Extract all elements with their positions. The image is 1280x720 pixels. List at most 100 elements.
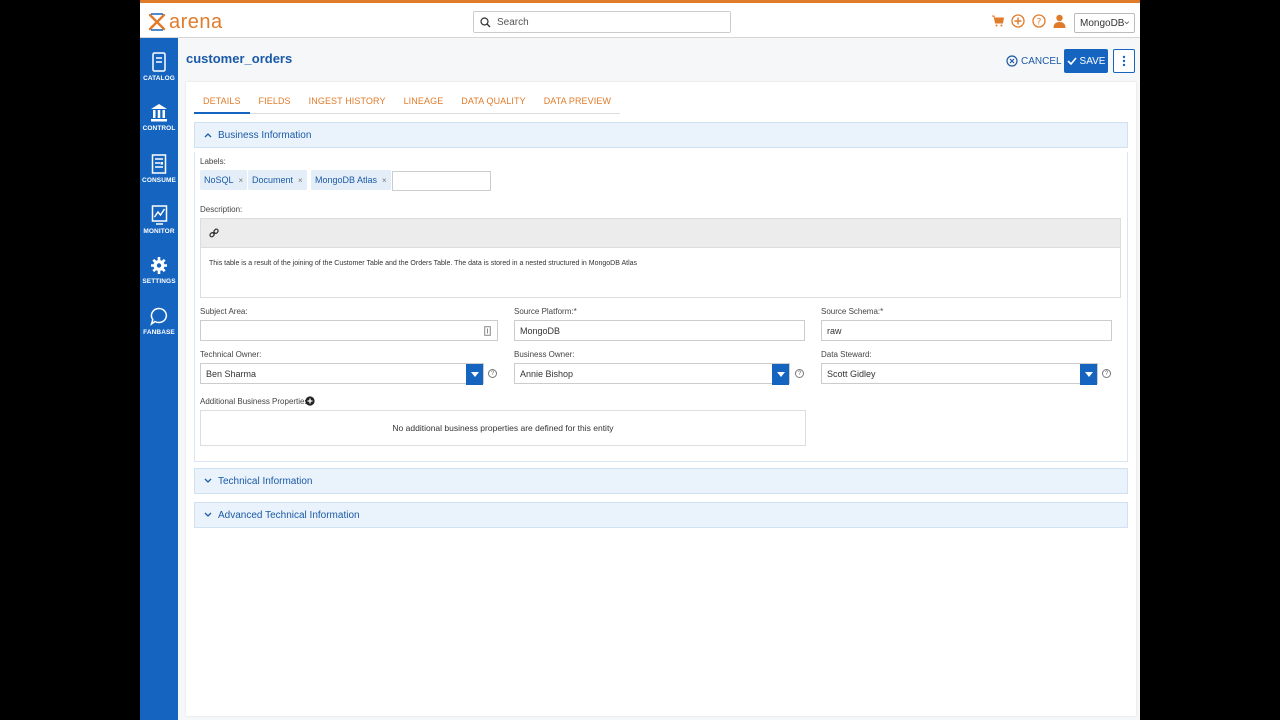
help-icon[interactable]: ? — [1102, 369, 1111, 378]
document-icon — [151, 154, 167, 174]
save-label: SAVE — [1079, 55, 1106, 67]
description-text: This table is a result of the joining of… — [209, 260, 638, 267]
help-icon[interactable]: ? — [795, 369, 804, 378]
sidebar-item-consume[interactable]: CONSUME — [140, 154, 178, 200]
more-vertical-icon — [1122, 55, 1126, 67]
top-bar: arena ? — [140, 0, 1140, 38]
source-platform-field[interactable]: MongoDB — [514, 320, 805, 341]
save-button[interactable]: SAVE — [1064, 49, 1108, 73]
sidebar-item-catalog[interactable]: CATALOG — [140, 52, 178, 98]
description-editor[interactable]: This table is a result of the joining of… — [200, 218, 1121, 298]
chevron-up-icon — [204, 133, 212, 138]
tab-bar: DETAILS FIELDS INGEST HISTORY LINEAGE DA… — [194, 88, 621, 114]
technical-owner-select[interactable]: Ben Sharma — [200, 363, 484, 385]
data-steward-value: Scott Gidley — [827, 368, 876, 379]
svg-text:?: ? — [1037, 18, 1042, 28]
sidebar-item-label: FANBASE — [143, 329, 175, 336]
source-schema-field[interactable]: raw — [821, 320, 1112, 341]
section-title: Technical Information — [218, 475, 313, 487]
dropdown-button[interactable] — [1080, 364, 1097, 385]
label-chip: MongoDB Atlas × — [311, 170, 391, 190]
bank-icon — [151, 104, 167, 122]
section-title: Business Information — [218, 129, 312, 141]
business-owner-label: Business Owner: — [514, 350, 575, 359]
chat-icon — [150, 307, 168, 326]
cart-icon[interactable] — [992, 15, 1004, 27]
search-box[interactable] — [473, 11, 731, 33]
caret-down-icon — [470, 372, 479, 377]
add-label-input[interactable] — [392, 171, 491, 191]
tab-data-quality[interactable]: DATA QUALITY — [452, 88, 534, 114]
sidebar-item-monitor[interactable]: MONITOR — [140, 205, 178, 251]
help-icon[interactable]: ? — [488, 369, 497, 378]
sidebar-item-label: CONTROL — [142, 125, 176, 132]
dropdown-button[interactable] — [466, 364, 483, 385]
link-icon[interactable] — [209, 228, 219, 239]
technical-owner-label: Technical Owner: — [200, 350, 262, 359]
business-owner-select[interactable]: Annie Bishop — [514, 363, 790, 385]
source-schema-label: Source Schema:* — [821, 307, 884, 316]
edit-field-icon — [484, 326, 491, 336]
cancel-button[interactable]: CANCEL — [1006, 52, 1062, 70]
chart-icon — [151, 205, 167, 225]
arena-logo-icon — [148, 13, 166, 31]
sidebar-item-label: CONSUME — [142, 177, 176, 184]
top-actions: ? — [992, 14, 1066, 28]
technical-info-header[interactable]: Technical Information — [194, 468, 1128, 494]
add-property-icon[interactable] — [305, 396, 315, 406]
user-icon[interactable] — [1053, 14, 1066, 28]
page-title: customer_orders — [186, 51, 293, 66]
label-chip: NoSQL × — [200, 170, 248, 190]
business-owner-value: Annie Bishop — [520, 368, 574, 379]
advanced-technical-info-header[interactable]: Advanced Technical Information — [194, 502, 1128, 528]
description-toolbar — [201, 219, 1120, 248]
label-chip: Document × — [248, 170, 307, 190]
label-chip-text: MongoDB Atlas — [315, 175, 378, 185]
sidebar-item-control[interactable]: CONTROL — [140, 103, 178, 149]
additional-props-empty: No additional business properties are de… — [200, 410, 806, 446]
chevron-down-icon — [204, 512, 212, 517]
description-label: Description: — [200, 205, 243, 214]
tab-data-preview[interactable]: DATA PREVIEW — [535, 88, 620, 114]
labels-label: Labels: — [200, 157, 226, 166]
chevron-down-icon — [1124, 21, 1130, 25]
logo-text: arena — [169, 10, 223, 33]
add-circle-icon[interactable] — [1011, 14, 1025, 28]
data-steward-select[interactable]: Scott Gidley — [821, 363, 1098, 385]
sidebar-item-label: CATALOG — [143, 75, 175, 82]
tab-fields[interactable]: FIELDS — [250, 88, 300, 114]
remove-label-icon[interactable]: × — [298, 176, 303, 185]
label-chip-text: Document — [252, 175, 294, 185]
cancel-label: CANCEL — [1021, 55, 1062, 67]
help-icon[interactable]: ? — [1032, 14, 1046, 28]
tab-ingest-history[interactable]: INGEST HISTORY — [300, 88, 395, 114]
search-icon — [480, 16, 491, 27]
caret-down-icon — [776, 372, 785, 377]
sidebar-item-fanbase[interactable]: FANBASE — [140, 307, 178, 353]
sidebar-item-label: SETTINGS — [142, 278, 176, 285]
arena-logo[interactable]: arena — [148, 9, 223, 35]
tab-details[interactable]: DETAILS — [194, 88, 250, 114]
business-info-header[interactable]: Business Information — [194, 122, 1128, 148]
search-input[interactable] — [497, 16, 717, 28]
tenant-select-value: MongoDB — [1080, 17, 1125, 29]
sidebar-item-settings[interactable]: SETTINGS — [140, 256, 178, 302]
close-circle-icon — [1006, 55, 1018, 67]
dropdown-button[interactable] — [772, 364, 789, 385]
remove-label-icon[interactable]: × — [382, 176, 387, 185]
tab-lineage[interactable]: LINEAGE — [395, 88, 453, 114]
sidebar-item-label: MONITOR — [143, 228, 175, 235]
subject-area-field[interactable] — [200, 320, 498, 341]
caret-down-icon — [1084, 372, 1093, 377]
check-icon — [1066, 57, 1077, 65]
additional-props-label: Additional Business Properties: — [200, 397, 311, 406]
source-schema-value: raw — [827, 325, 842, 336]
more-options-button[interactable] — [1113, 49, 1135, 73]
sidebar: CATALOG CONTROL CONSUME MONITOR SETTINGS… — [140, 38, 178, 720]
data-steward-label: Data Steward: — [821, 350, 872, 359]
label-chip-text: NoSQL — [204, 175, 234, 185]
gear-icon — [151, 257, 167, 274]
tenant-select[interactable]: MongoDB — [1074, 13, 1135, 33]
section-title: Advanced Technical Information — [218, 509, 360, 521]
remove-label-icon[interactable]: × — [239, 176, 244, 185]
